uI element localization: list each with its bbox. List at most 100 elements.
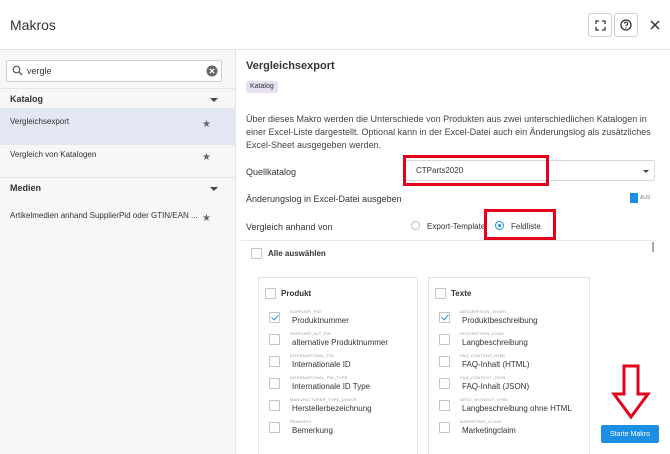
start-macro-button[interactable]: Starte Makro [601,425,659,443]
group-title: Produkt [281,289,312,298]
field-key: SUPPLIER_PID [290,309,322,314]
compare-by-label: Vergleich anhand von [246,222,333,232]
search-input[interactable] [27,63,197,79]
window-title: Makros [10,17,56,33]
field-name: Bemerkung [292,426,333,435]
field-checkbox[interactable] [269,312,280,323]
category-label: Katalog [10,94,44,104]
field-name: FAQ-Inhalt (HTML) [462,360,530,369]
highlight-source-catalog [403,155,549,186]
field-key: MANUFACTURER_TYPE_DESCR [290,397,357,402]
field-group-texte: Texte DESCRIPTION_SHORT Produktbeschreib… [428,277,590,454]
field-row: FAQ_CONTENT_JSON FAQ-Inhalt (JSON) [429,374,589,396]
field-row: SUPPLIER_ALT_PID alternative Produktnumm… [259,330,417,352]
field-row: FAQ_CONTENT_HTML FAQ-Inhalt (HTML) [429,352,589,374]
category-medien[interactable]: Medien [0,178,236,200]
help-button[interactable] [614,13,638,37]
field-key: REMARKS [290,419,312,424]
radio-export-template[interactable] [411,221,420,230]
field-row: REMARKS Bemerkung [259,418,417,440]
scrollbar-thumb[interactable] [652,242,654,252]
chevron-down-icon [643,170,649,173]
help-icon [620,19,632,31]
title-bar: Makros [0,0,670,50]
field-checkbox[interactable] [439,334,450,345]
macro-description: Über dieses Makro werden die Unterschied… [246,114,651,150]
group-checkbox[interactable] [435,288,446,299]
field-key: FAQ_CONTENT_JSON [460,375,506,380]
field-checkbox[interactable] [439,422,450,433]
source-catalog-label: Quellkatalog [246,167,297,177]
field-checkbox[interactable] [269,422,280,433]
field-name: Langbeschreibung ohne HTML [462,404,572,413]
toggle-knob [630,193,638,203]
group-title: Texte [451,289,472,298]
field-key: DESCRIPTION_LONG [460,331,505,336]
field-row: MARKETING_CLAIM Marketingclaim [429,418,589,440]
field-key: INTERNATIONAL_PID [290,353,334,358]
highlight-feldliste [484,209,556,240]
sidebar-item-label: Artikelmedien anhand SupplierPid oder GT… [10,211,198,220]
search-box [6,60,222,82]
close-icon [650,20,660,30]
field-checkbox[interactable] [269,400,280,411]
field-checkbox[interactable] [439,356,450,367]
field-name: Langbeschreibung [462,338,528,347]
field-row: SUPPLIER_PID Produktnummer [259,308,417,330]
field-row: INTERNATIONAL_PID_TYPE Internationale ID… [259,374,417,396]
field-key: DESCRIPTION_SHORT [460,309,507,314]
field-name: Internationale ID [292,360,351,369]
close-button[interactable] [645,13,665,37]
field-key: DESC_WITHOUT_HTML [460,397,509,402]
field-key: FAQ_CONTENT_HTML [460,353,506,358]
field-row: MANUFACTURER_TYPE_DESCR Herstellerbezeic… [259,396,417,418]
category-badge: Katalog [246,81,278,93]
field-checkbox[interactable] [439,400,450,411]
field-name: Produktnummer [292,316,349,325]
star-icon[interactable]: ★ [202,152,211,163]
sidebar-item-artikelmedien[interactable]: Artikelmedien anhand SupplierPid oder GT… [0,200,236,236]
arrow-down-icon [611,364,651,420]
field-name: Internationale ID Type [292,382,371,391]
select-all-checkbox[interactable] [251,248,262,259]
radio-label: Export-Template [427,222,486,231]
chevron-down-icon [210,98,218,102]
chevron-down-icon [210,187,218,191]
field-name: Marketingclaim [462,426,516,435]
group-checkbox[interactable] [265,288,276,299]
field-key: MARKETING_CLAIM [460,419,502,424]
toggle-state: AUS [640,195,651,201]
field-checkbox[interactable] [269,356,280,367]
sidebar-item-label: Vergleichsexport [10,117,70,126]
fullscreen-button[interactable] [588,13,612,37]
star-icon[interactable]: ★ [202,213,211,224]
fullscreen-icon [594,19,606,31]
main-panel: Vergleichsexport Katalog Über dieses Mak… [237,50,670,454]
field-name: FAQ-Inhalt (JSON) [462,382,530,391]
page-title: Vergleichsexport [246,60,335,72]
field-name: Produktbeschreibung [462,316,538,325]
field-checkbox[interactable] [269,378,280,389]
field-checkbox[interactable] [439,378,450,389]
select-all-label: Alle auswählen [268,249,326,258]
clear-search-icon[interactable] [206,65,218,77]
field-key: SUPPLIER_ALT_PID [290,331,332,336]
field-name: alternative Produktnummer [292,338,389,347]
field-row: DESCRIPTION_LONG Langbeschreibung [429,330,589,352]
changelog-label: Änderungslog in Excel-Datei ausgeben [246,194,402,204]
field-row: INTERNATIONAL_PID Internationale ID [259,352,417,374]
field-key: INTERNATIONAL_PID_TYPE [290,375,348,380]
field-checkbox[interactable] [439,312,450,323]
changelog-toggle[interactable]: AUS [630,193,652,203]
field-group-produkt: Produkt SUPPLIER_PID Produktnummer SUPPL… [258,277,418,454]
category-label: Medien [10,183,42,193]
search-icon [12,65,23,76]
sidebar-item-vergleich-von-katalogen[interactable]: Vergleich von Katalogen ★ [0,141,236,177]
sidebar-item-vergleichsexport[interactable]: Vergleichsexport ★ [0,108,236,144]
divider [241,240,656,241]
star-icon[interactable]: ★ [202,119,211,130]
field-checkbox[interactable] [269,334,280,345]
field-row: DESCRIPTION_SHORT Produktbeschreibung [429,308,589,330]
field-row: DESC_WITHOUT_HTML Langbeschreibung ohne … [429,396,589,418]
field-name: Herstellerbezeichnung [292,404,372,413]
